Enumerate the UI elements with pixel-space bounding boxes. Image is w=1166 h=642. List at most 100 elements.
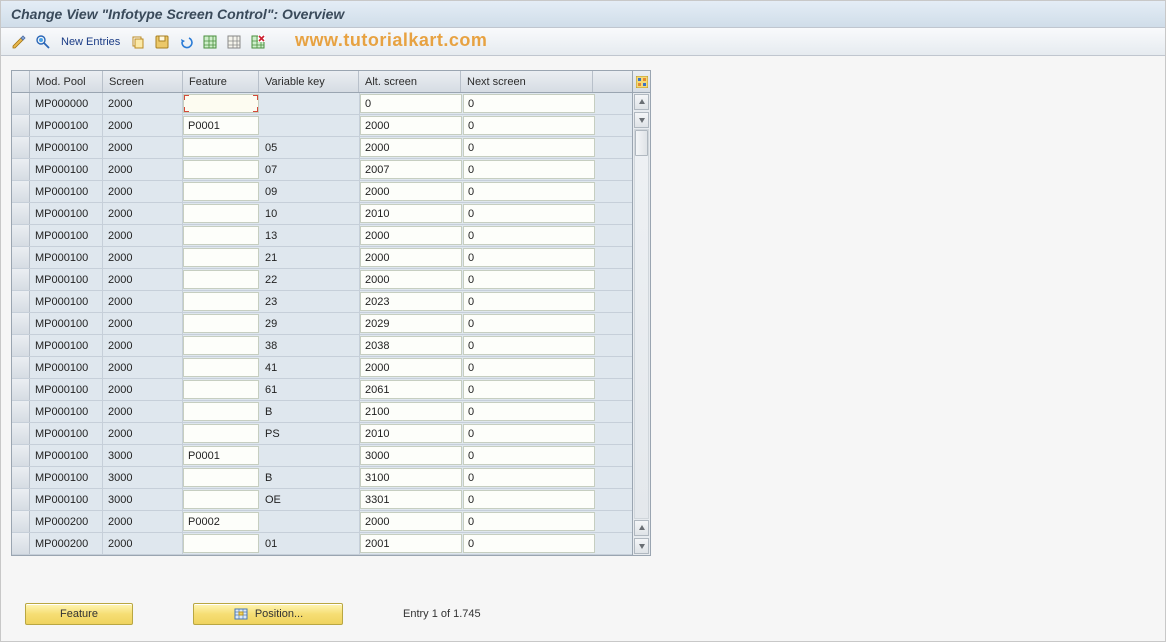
cell-next-screen[interactable]: 0 — [463, 424, 595, 443]
cell-alt-screen[interactable]: 2001 — [360, 534, 462, 553]
cell-feature[interactable] — [183, 226, 259, 245]
col-feature[interactable]: Feature — [183, 71, 259, 92]
cell-alt-screen[interactable]: 2000 — [360, 138, 462, 157]
cell-next-screen[interactable]: 0 — [463, 358, 595, 377]
cell-alt-screen[interactable]: 3100 — [360, 468, 462, 487]
cell-alt-screen[interactable]: 2010 — [360, 204, 462, 223]
cell-next-screen[interactable]: 0 — [463, 490, 595, 509]
row-selector[interactable] — [12, 533, 30, 554]
new-entries-button[interactable]: New Entries — [57, 36, 124, 48]
cell-alt-screen[interactable]: 2023 — [360, 292, 462, 311]
row-selector[interactable] — [12, 291, 30, 312]
cell-alt-screen[interactable]: 2029 — [360, 314, 462, 333]
position-button[interactable]: Position... — [193, 603, 343, 625]
cell-next-screen[interactable]: 0 — [463, 116, 595, 135]
undo-icon[interactable] — [176, 32, 196, 52]
cell-alt-screen[interactable]: 2000 — [360, 512, 462, 531]
row-selector[interactable] — [12, 181, 30, 202]
cell-feature[interactable] — [183, 358, 259, 377]
col-screen[interactable]: Screen — [103, 71, 183, 92]
row-selector[interactable] — [12, 379, 30, 400]
cell-next-screen[interactable]: 0 — [463, 512, 595, 531]
row-selector[interactable] — [12, 335, 30, 356]
select-all-icon[interactable] — [200, 32, 220, 52]
col-next-screen[interactable]: Next screen — [461, 71, 593, 92]
cell-next-screen[interactable]: 0 — [463, 204, 595, 223]
cell-next-screen[interactable]: 0 — [463, 292, 595, 311]
cell-feature[interactable] — [183, 314, 259, 333]
cell-next-screen[interactable]: 0 — [463, 182, 595, 201]
row-selector[interactable] — [12, 159, 30, 180]
cell-feature[interactable] — [183, 138, 259, 157]
cell-feature[interactable] — [183, 402, 259, 421]
cell-feature[interactable]: P0001 — [183, 446, 259, 465]
cell-feature[interactable] — [183, 424, 259, 443]
cell-next-screen[interactable]: 0 — [463, 248, 595, 267]
cell-alt-screen[interactable]: 3301 — [360, 490, 462, 509]
scroll-track[interactable] — [634, 129, 649, 519]
col-mod-pool[interactable]: Mod. Pool — [30, 71, 103, 92]
cell-next-screen[interactable]: 0 — [463, 534, 595, 553]
cell-next-screen[interactable]: 0 — [463, 94, 595, 113]
cell-next-screen[interactable]: 0 — [463, 446, 595, 465]
cell-alt-screen[interactable]: 2000 — [360, 182, 462, 201]
col-alt-screen[interactable]: Alt. screen — [359, 71, 461, 92]
cell-next-screen[interactable]: 0 — [463, 468, 595, 487]
cell-feature[interactable] — [183, 534, 259, 553]
row-selector[interactable] — [12, 203, 30, 224]
cell-feature[interactable] — [183, 380, 259, 399]
cell-feature[interactable]: P0001 — [183, 116, 259, 135]
scroll-up-button-bottom[interactable] — [634, 520, 649, 536]
display-change-toggle-icon[interactable] — [9, 32, 29, 52]
scroll-down-button-bottom[interactable] — [634, 538, 649, 554]
cell-alt-screen[interactable]: 2000 — [360, 358, 462, 377]
cell-alt-screen[interactable]: 2000 — [360, 248, 462, 267]
cell-next-screen[interactable]: 0 — [463, 402, 595, 421]
cell-feature[interactable] — [183, 468, 259, 487]
row-selector[interactable] — [12, 401, 30, 422]
row-selector[interactable] — [12, 115, 30, 136]
scroll-down-button[interactable] — [634, 112, 649, 128]
cell-alt-screen[interactable]: 2010 — [360, 424, 462, 443]
cell-alt-screen[interactable]: 2100 — [360, 402, 462, 421]
row-selector[interactable] — [12, 137, 30, 158]
row-selector[interactable] — [12, 357, 30, 378]
cell-alt-screen[interactable]: 3000 — [360, 446, 462, 465]
cell-next-screen[interactable]: 0 — [463, 380, 595, 399]
table-settings-button[interactable] — [633, 71, 650, 93]
save-icon[interactable] — [152, 32, 172, 52]
cell-feature[interactable] — [183, 490, 259, 509]
cell-next-screen[interactable]: 0 — [463, 138, 595, 157]
cell-alt-screen[interactable]: 2000 — [360, 270, 462, 289]
cell-feature[interactable] — [183, 292, 259, 311]
cell-alt-screen[interactable]: 2000 — [360, 116, 462, 135]
cell-feature[interactable] — [183, 182, 259, 201]
row-selector[interactable] — [12, 467, 30, 488]
cell-next-screen[interactable]: 0 — [463, 160, 595, 179]
copy-as-icon[interactable] — [128, 32, 148, 52]
cell-feature[interactable] — [183, 270, 259, 289]
other-entry-icon[interactable] — [33, 32, 53, 52]
cell-feature[interactable] — [183, 94, 259, 113]
row-selector[interactable] — [12, 313, 30, 334]
cell-feature[interactable] — [183, 248, 259, 267]
cell-alt-screen[interactable]: 2061 — [360, 380, 462, 399]
row-selector[interactable] — [12, 269, 30, 290]
cell-feature[interactable]: P0002 — [183, 512, 259, 531]
delete-icon[interactable] — [248, 32, 268, 52]
row-selector[interactable] — [12, 445, 30, 466]
row-selector[interactable] — [12, 423, 30, 444]
cell-next-screen[interactable]: 0 — [463, 314, 595, 333]
cell-alt-screen[interactable]: 2000 — [360, 226, 462, 245]
deselect-all-icon[interactable] — [224, 32, 244, 52]
row-selector[interactable] — [12, 225, 30, 246]
cell-feature[interactable] — [183, 204, 259, 223]
cell-next-screen[interactable]: 0 — [463, 336, 595, 355]
cell-alt-screen[interactable]: 0 — [360, 94, 462, 113]
cell-alt-screen[interactable]: 2038 — [360, 336, 462, 355]
cell-feature[interactable] — [183, 336, 259, 355]
row-selector[interactable] — [12, 93, 30, 114]
cell-next-screen[interactable]: 0 — [463, 226, 595, 245]
scroll-up-button[interactable] — [634, 94, 649, 110]
feature-button[interactable]: Feature — [25, 603, 133, 625]
